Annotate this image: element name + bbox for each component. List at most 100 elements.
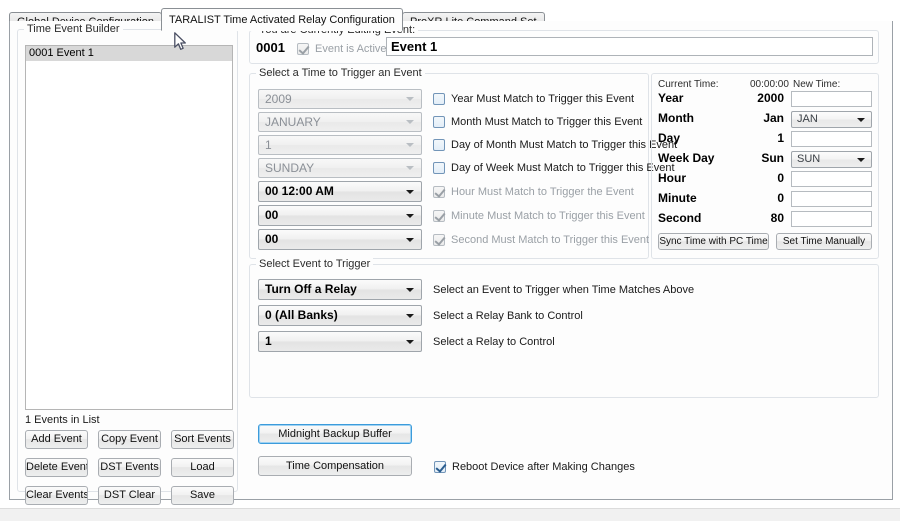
relay-combo[interactable]: 1: [258, 331, 422, 352]
status-bar: [0, 508, 900, 521]
delete-event-button[interactable]: Delete Event: [25, 458, 88, 477]
day-of-week-must-match-checkbox-row[interactable]: Day of Week Must Match to Trigger this E…: [433, 162, 675, 175]
month-must-match-label: Month Must Match to Trigger this Event: [451, 116, 643, 129]
event-name-input[interactable]: Event 1: [386, 37, 873, 56]
event-is-active-label: Event is Active: [315, 43, 387, 56]
time-event-builder-panel: Time Event Builder 0001 Event 1 1 Events…: [17, 23, 238, 505]
second-combo[interactable]: 00: [258, 229, 422, 250]
minute-value: 0: [777, 191, 784, 205]
event-is-active-checkbox-row[interactable]: Event is Active: [297, 43, 387, 56]
select-event-to-trigger-label: Select Event to Trigger: [256, 258, 374, 270]
day-input[interactable]: [791, 131, 872, 147]
second-must-match-checkbox[interactable]: [433, 234, 445, 247]
second-combo-value: 00: [265, 232, 279, 246]
reboot-device-checkbox[interactable]: [434, 461, 446, 474]
event-action-combo[interactable]: Turn Off a Relay: [258, 279, 422, 300]
event-is-active-checkbox[interactable]: [297, 43, 309, 56]
month-combo-value: JANUARY: [265, 115, 321, 129]
hour-combo[interactable]: 00 12:00 AM: [258, 181, 422, 202]
hour-must-match-label: Hour Must Match to Trigger the Event: [451, 186, 634, 199]
save-button[interactable]: Save: [171, 486, 234, 505]
month-label: Month: [658, 111, 694, 125]
year-combo-value: 2009: [265, 92, 292, 106]
hour-input[interactable]: [791, 171, 872, 187]
month-must-match-checkbox-row[interactable]: Month Must Match to Trigger this Event: [433, 116, 643, 129]
month-select[interactable]: JAN: [791, 111, 872, 128]
month-select-value: JAN: [797, 113, 818, 125]
day-of-month-must-match-label: Day of Month Must Match to Trigger this …: [451, 139, 678, 152]
event-listbox[interactable]: 0001 Event 1: [25, 45, 233, 410]
new-time-label: New Time:: [793, 79, 841, 90]
dst-clear-button[interactable]: DST Clear: [98, 486, 161, 505]
year-must-match-label: Year Must Match to Trigger this Event: [451, 93, 635, 106]
week-day-select-value: SUN: [797, 153, 821, 165]
minute-input[interactable]: [791, 191, 872, 207]
tab-taralist-time-activated-relay-configuration[interactable]: TARALIST Time Activated Relay Configurat…: [161, 8, 403, 31]
day-of-week-must-match-label: Day of Week Must Match to Trigger this E…: [451, 162, 675, 175]
second-value: 80: [770, 211, 784, 225]
relay-bank-hint: Select a Relay Bank to Control: [433, 310, 583, 322]
month-combo[interactable]: JANUARY: [258, 112, 422, 132]
week-day-label: Week Day: [658, 151, 715, 165]
currently-editing-event-group: You are Currently Editing Event: 0001 Ev…: [249, 24, 879, 64]
year-combo[interactable]: 2009: [258, 89, 422, 109]
relay-bank-combo[interactable]: 0 (All Banks): [258, 305, 422, 326]
current-time-label: Current Time:: [658, 79, 719, 90]
day-of-week-must-match-checkbox[interactable]: [433, 162, 445, 175]
event-action-combo-value: Turn Off a Relay: [265, 282, 357, 296]
day-of-week-combo[interactable]: SUNDAY: [258, 158, 422, 178]
main-content-panel: Time Event Builder 0001 Event 1 1 Events…: [9, 21, 893, 505]
app-window: Global Device Configuration TARALIST Tim…: [0, 0, 900, 521]
time-event-builder-label: Time Event Builder: [24, 23, 123, 35]
hour-value: 0: [777, 171, 784, 185]
clear-events-button[interactable]: Clear Events: [25, 486, 88, 505]
minute-must-match-checkbox[interactable]: [433, 210, 445, 223]
day-of-week-combo-value: SUNDAY: [265, 161, 315, 175]
sort-events-button[interactable]: Sort Events: [171, 430, 234, 449]
device-clock-group: Current Time: 00:00:00 New Time: Year 20…: [651, 73, 879, 259]
second-label: Second: [658, 211, 702, 225]
day-of-month-must-match-checkbox[interactable]: [433, 139, 445, 152]
month-must-match-checkbox[interactable]: [433, 116, 445, 129]
reboot-device-label: Reboot Device after Making Changes: [452, 461, 635, 474]
load-button[interactable]: Load: [171, 458, 234, 477]
select-event-to-trigger-group: Select Event to Trigger Turn Off a Relay…: [249, 258, 879, 398]
week-day-select[interactable]: SUN: [791, 151, 872, 168]
list-item[interactable]: 0001 Event 1: [26, 46, 232, 61]
day-of-month-must-match-checkbox-row[interactable]: Day of Month Must Match to Trigger this …: [433, 139, 678, 152]
relay-hint: Select a Relay to Control: [433, 336, 555, 348]
year-must-match-checkbox[interactable]: [433, 93, 445, 106]
minute-combo-value: 00: [265, 208, 279, 222]
select-time-to-trigger-group: Select a Time to Trigger an Event 2009 Y…: [249, 67, 677, 259]
chevron-down-icon: [406, 97, 414, 101]
chevron-down-icon: [406, 213, 414, 218]
chevron-down-icon: [406, 339, 414, 344]
midnight-backup-buffer-button[interactable]: Midnight Backup Buffer: [258, 424, 412, 444]
hour-must-match-checkbox-row[interactable]: Hour Must Match to Trigger the Event: [433, 186, 634, 199]
minute-must-match-label: Minute Must Match to Trigger this Event: [451, 210, 645, 223]
year-input[interactable]: [791, 91, 872, 107]
second-input[interactable]: [791, 211, 872, 227]
sync-time-with-pc-time-button[interactable]: Sync Time with PC Time: [658, 233, 769, 250]
hour-label: Hour: [658, 171, 686, 185]
second-must-match-checkbox-row[interactable]: Second Must Match to Trigger this Event: [433, 234, 649, 247]
set-time-manually-button[interactable]: Set Time Manually: [776, 233, 872, 250]
day-label: Day: [658, 131, 681, 145]
add-event-button[interactable]: Add Event: [25, 430, 88, 449]
minute-must-match-checkbox-row[interactable]: Minute Must Match to Trigger this Event: [433, 210, 645, 223]
time-compensation-button[interactable]: Time Compensation: [258, 456, 412, 476]
year-value: 2000: [757, 91, 784, 105]
hour-combo-value: 00 12:00 AM: [265, 184, 334, 198]
minute-combo[interactable]: 00: [258, 205, 422, 226]
day-of-month-combo[interactable]: 1: [258, 135, 422, 155]
hour-must-match-checkbox[interactable]: [433, 186, 445, 199]
chevron-down-icon: [857, 117, 865, 122]
chevron-down-icon: [857, 157, 865, 162]
week-day-value: Sun: [761, 151, 784, 165]
dst-events-button[interactable]: DST Events: [98, 458, 161, 477]
year-must-match-checkbox-row[interactable]: Year Must Match to Trigger this Event: [433, 93, 635, 106]
day-of-month-combo-value: 1: [265, 138, 272, 152]
reboot-device-checkbox-row[interactable]: Reboot Device after Making Changes: [434, 461, 635, 474]
copy-event-button[interactable]: Copy Event: [98, 430, 161, 449]
chevron-down-icon: [406, 287, 414, 292]
